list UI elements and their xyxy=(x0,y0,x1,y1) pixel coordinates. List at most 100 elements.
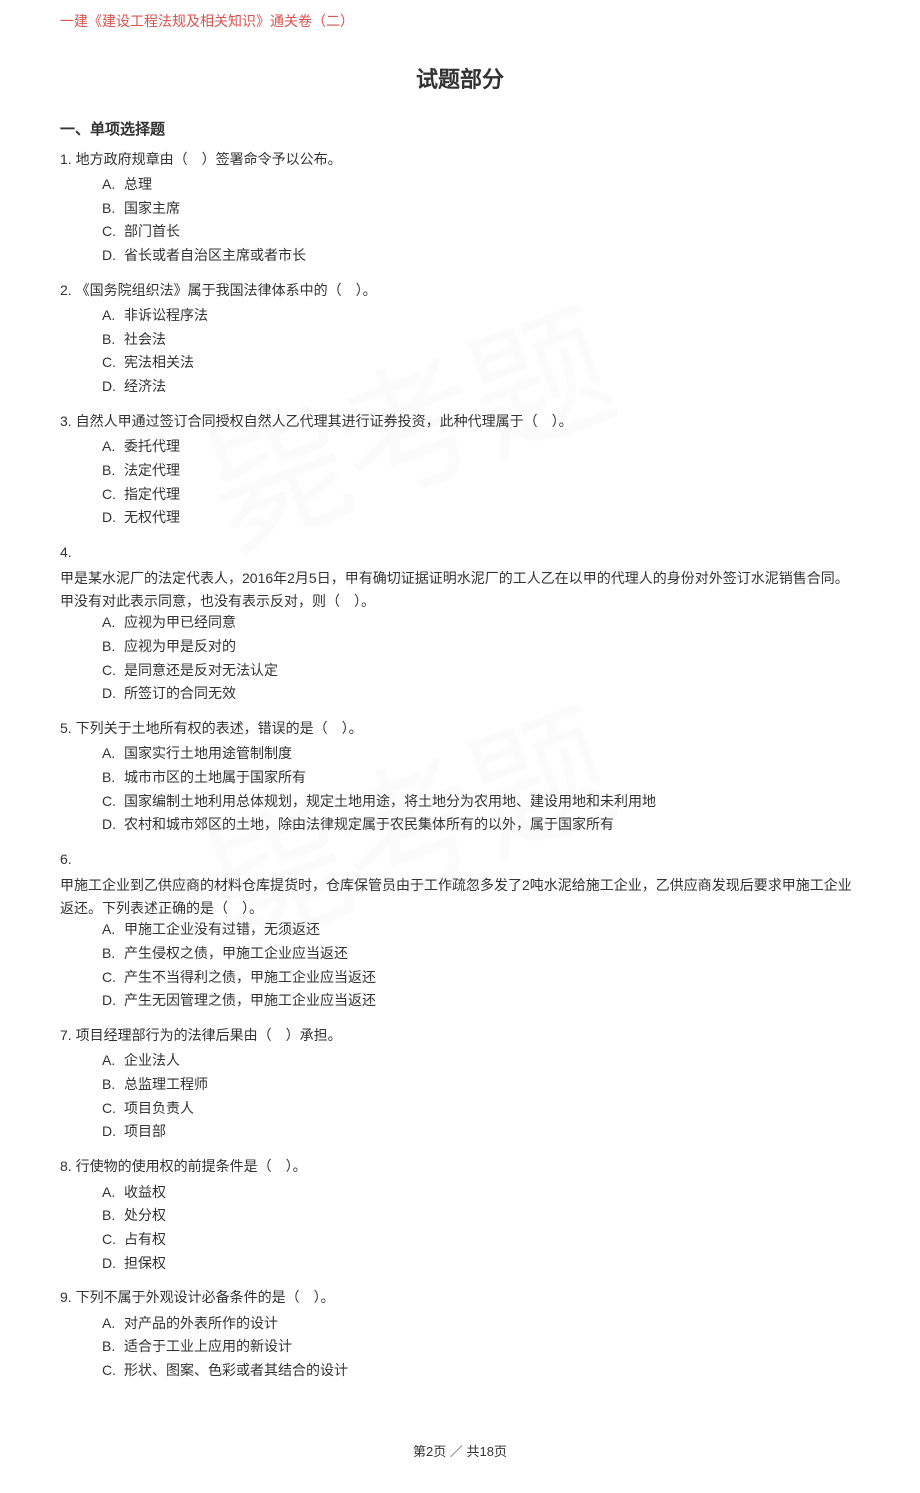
option: A.国家实行土地用途管制制度 xyxy=(102,743,860,765)
option: C.是同意还是反对无法认定 xyxy=(102,660,860,682)
question-stem-text: 下列不属于外观设计必备条件的是（ ）。 xyxy=(76,1289,335,1305)
option-letter: A. xyxy=(102,436,124,458)
option-text: 应视为甲是反对的 xyxy=(124,638,236,654)
option: B.国家主席 xyxy=(102,198,860,220)
question-number: 8. xyxy=(60,1158,76,1174)
option-text: 收益权 xyxy=(124,1184,166,1200)
question: 9. 下列不属于外观设计必备条件的是（ ）。 A.对产品的外表所作的设计B.适合于… xyxy=(60,1286,860,1381)
option-letter: C. xyxy=(102,352,124,374)
option-letter: A. xyxy=(102,612,124,634)
option-text: 法定代理 xyxy=(124,462,180,478)
option-letter: B. xyxy=(102,198,124,220)
option-letter: C. xyxy=(102,221,124,243)
option-letter: A. xyxy=(102,305,124,327)
option: D.担保权 xyxy=(102,1253,860,1275)
option: C.占有权 xyxy=(102,1229,860,1251)
option-letter: B. xyxy=(102,329,124,351)
options-list: A.委托代理B.法定代理C.指定代理D.无权代理 xyxy=(60,436,860,529)
option-text: 城市市区的土地属于国家所有 xyxy=(124,769,306,785)
option-letter: D. xyxy=(102,1253,124,1275)
option: A.应视为甲已经同意 xyxy=(102,612,860,634)
question-stem: 8. 行使物的使用权的前提条件是（ ）。 xyxy=(60,1155,860,1177)
option-letter: A. xyxy=(102,174,124,196)
option: B.处分权 xyxy=(102,1205,860,1227)
options-list: A.企业法人B.总监理工程师C.项目负责人D.项目部 xyxy=(60,1050,860,1143)
options-list: A.收益权B.处分权C.占有权D.担保权 xyxy=(60,1182,860,1275)
option-letter: C. xyxy=(102,967,124,989)
question-stem: 4. xyxy=(60,541,860,563)
question-stem-text: 地方政府规章由（ ）签署命令予以公布。 xyxy=(76,151,342,167)
option-text: 项目部 xyxy=(124,1123,166,1139)
options-list: A.对产品的外表所作的设计B.适合于工业上应用的新设计C.形状、图案、色彩或者其… xyxy=(60,1313,860,1382)
question-body: 甲施工企业到乙供应商的材料仓库提货时，仓库保管员由于工作疏忽多发了2吨水泥给施工… xyxy=(60,874,860,919)
option-text: 产生不当得利之债，甲施工企业应当返还 xyxy=(124,969,376,985)
option-text: 国家实行土地用途管制制度 xyxy=(124,745,292,761)
option: A.甲施工企业没有过错，无须返还 xyxy=(102,919,860,941)
option-letter: D. xyxy=(102,376,124,398)
main-title: 试题部分 xyxy=(60,62,860,97)
options-list: A.应视为甲已经同意B.应视为甲是反对的 C.是同意还是反对无法认定D.所签订的合… xyxy=(60,612,860,705)
option-letter: C. xyxy=(102,1229,124,1251)
option: B.法定代理 xyxy=(102,460,860,482)
question-stem: 2. 《国务院组织法》属于我国法律体系中的（ ）。 xyxy=(60,279,860,301)
option-text: 省长或者自治区主席或者市长 xyxy=(124,247,306,263)
option-text: 非诉讼程序法 xyxy=(124,307,208,323)
option-letter: B. xyxy=(102,636,124,658)
option-text: 适合于工业上应用的新设计 xyxy=(124,1338,292,1354)
question-number: 2. xyxy=(60,282,76,298)
option-text: 宪法相关法 xyxy=(124,354,194,370)
question-number: 6. xyxy=(60,851,72,867)
question: 4. 甲是某水泥厂的法定代表人，2016年2月5日，甲有确切证据证明水泥厂的工人乙… xyxy=(60,541,860,705)
document-header: 一建《建设工程法规及相关知识》通关卷（二） xyxy=(60,10,860,32)
option-text: 形状、图案、色彩或者其结合的设计 xyxy=(124,1362,348,1378)
question-stem-text: 《国务院组织法》属于我国法律体系中的（ ）。 xyxy=(76,282,377,298)
question: 7. 项目经理部行为的法律后果由（ ）承担。A.企业法人B.总监理工程师C.项目… xyxy=(60,1024,860,1143)
option: D.经济法 xyxy=(102,376,860,398)
section-title: 一、单项选择题 xyxy=(60,118,860,142)
option-text: 指定代理 xyxy=(124,486,180,502)
option-letter: C. xyxy=(102,1360,124,1382)
option-text: 企业法人 xyxy=(124,1052,180,1068)
option-letter: A. xyxy=(102,1050,124,1072)
option-letter: B. xyxy=(102,1074,124,1096)
option-letter: A. xyxy=(102,919,124,941)
option-text: 所签订的合同无效 xyxy=(124,685,236,701)
option: B.社会法 xyxy=(102,329,860,351)
option: D.农村和城市郊区的土地，除由法律规定属于农民集体所有的以外，属于国家所有 xyxy=(102,814,860,836)
question-number: 9. xyxy=(60,1289,76,1305)
option: B.总监理工程师 xyxy=(102,1074,860,1096)
option: B.产生侵权之债，甲施工企业应当返还 xyxy=(102,943,860,965)
option-text: 产生侵权之债，甲施工企业应当返还 xyxy=(124,945,348,961)
option-letter: D. xyxy=(102,507,124,529)
option-text: 委托代理 xyxy=(124,438,180,454)
option-text: 总理 xyxy=(124,176,152,192)
option-letter: C. xyxy=(102,791,124,813)
question: 6. 甲施工企业到乙供应商的材料仓库提货时，仓库保管员由于工作疏忽多发了2吨水泥给… xyxy=(60,848,860,1012)
question: 2. 《国务院组织法》属于我国法律体系中的（ ）。 A.非诉讼程序法 B.社会法C.… xyxy=(60,279,860,398)
option-letter: B. xyxy=(102,767,124,789)
option: D.省长或者自治区主席或者市长 xyxy=(102,245,860,267)
option-text: 经济法 xyxy=(124,378,166,394)
option-text: 应视为甲已经同意 xyxy=(124,614,236,630)
option-text: 总监理工程师 xyxy=(124,1076,208,1092)
question-number: 3. xyxy=(60,413,76,429)
option-letter: B. xyxy=(102,460,124,482)
option-letter: A. xyxy=(102,1182,124,1204)
option: A.企业法人 xyxy=(102,1050,860,1072)
question: 5. 下列关于土地所有权的表述，错误的是（ ）。 A.国家实行土地用途管制制度B.… xyxy=(60,717,860,836)
options-list: A.非诉讼程序法B.社会法C.宪法相关法D.经济法 xyxy=(60,305,860,398)
question-stem: 9. 下列不属于外观设计必备条件的是（ ）。 xyxy=(60,1286,860,1308)
option: D.所签订的合同无效 xyxy=(102,683,860,705)
option-text: 甲施工企业没有过错，无须返还 xyxy=(124,921,320,937)
option: D.项目部 xyxy=(102,1121,860,1143)
option-text: 担保权 xyxy=(124,1255,166,1271)
question: 8. 行使物的使用权的前提条件是（ ）。A.收益权B.处分权C.占有权D.担保权 xyxy=(60,1155,860,1274)
question-stem: 5. 下列关于土地所有权的表述，错误的是（ ）。 xyxy=(60,717,860,739)
option-text: 部门首长 xyxy=(124,223,180,239)
question-body: 甲是某水泥厂的法定代表人，2016年2月5日，甲有确切证据证明水泥厂的工人乙在以… xyxy=(60,567,860,612)
question: 1. 地方政府规章由（ ）签署命令予以公布。A.总理B.国家主席C.部门首长D.… xyxy=(60,148,860,267)
option: A.收益权 xyxy=(102,1182,860,1204)
option-letter: D. xyxy=(102,245,124,267)
questions-container: 1. 地方政府规章由（ ）签署命令予以公布。A.总理B.国家主席C.部门首长D.… xyxy=(60,148,860,1382)
question-stem: 7. 项目经理部行为的法律后果由（ ）承担。 xyxy=(60,1024,860,1046)
